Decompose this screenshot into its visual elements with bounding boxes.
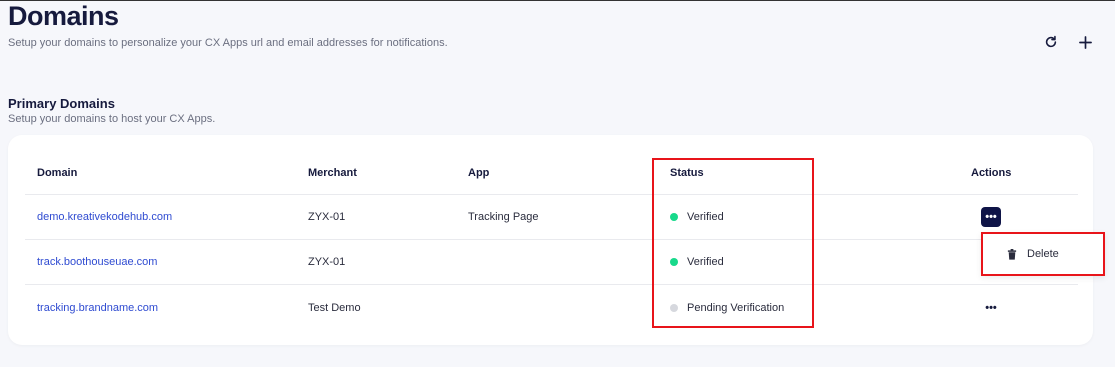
- table-row: tracking.brandname.com Test Demo Pending…: [25, 285, 1078, 330]
- page-subtitle: Setup your domains to personalize your C…: [8, 37, 448, 49]
- delete-label: Delete: [1027, 248, 1059, 260]
- more-actions-button[interactable]: •••: [981, 207, 1001, 227]
- domain-link[interactable]: demo.kreativekodehub.com: [37, 211, 172, 223]
- column-header-actions: Actions: [971, 166, 1012, 179]
- domains-card: Domain Merchant App Status Actions demo.…: [8, 135, 1093, 345]
- domains-table: Domain Merchant App Status Actions demo.…: [25, 151, 1078, 330]
- domain-link[interactable]: tracking.brandname.com: [37, 302, 158, 314]
- more-actions-button[interactable]: •••: [981, 298, 1001, 318]
- column-header-domain: Domain: [37, 166, 78, 179]
- header-actions: [1043, 34, 1093, 50]
- plus-icon[interactable]: [1077, 34, 1093, 50]
- delete-menu-item[interactable]: Delete: [981, 232, 1105, 276]
- merchant-value: ZYX-01: [308, 256, 346, 268]
- column-header-merchant: Merchant: [308, 166, 357, 179]
- section-subtitle: Setup your domains to host your CX Apps.: [8, 113, 216, 125]
- refresh-icon[interactable]: [1043, 34, 1059, 50]
- column-header-app: App: [468, 166, 490, 179]
- app-value: Tracking Page: [468, 211, 539, 223]
- table-row: demo.kreativekodehub.com ZYX-01 Tracking…: [25, 195, 1078, 240]
- more-icon: •••: [985, 301, 997, 314]
- table-header-row: Domain Merchant App Status Actions: [25, 151, 1078, 195]
- page-title: Domains: [8, 1, 119, 31]
- merchant-value: ZYX-01: [308, 211, 346, 223]
- merchant-value: Test Demo: [308, 301, 361, 314]
- status-column-highlight: [652, 158, 814, 328]
- more-icon: •••: [985, 211, 997, 223]
- section-title: Primary Domains: [8, 96, 115, 111]
- domain-link[interactable]: track.boothouseuae.com: [37, 256, 157, 268]
- table-row: track.boothouseuae.com ZYX-01 Verified: [25, 240, 1078, 285]
- trash-icon: [1007, 248, 1017, 260]
